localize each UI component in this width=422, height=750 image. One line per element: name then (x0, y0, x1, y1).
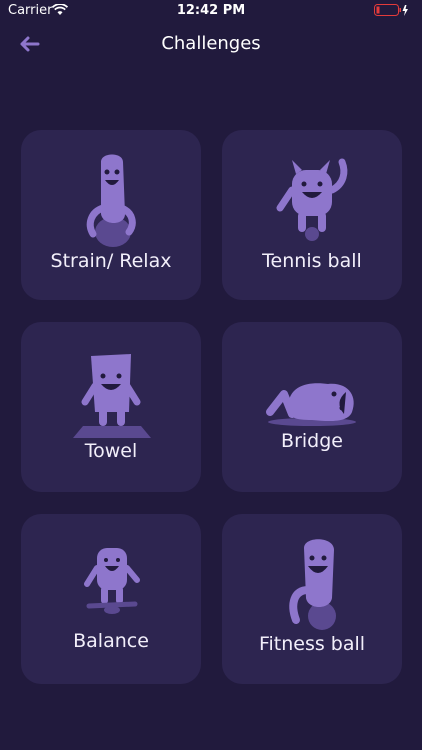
character-on-towel-icon (73, 354, 151, 438)
challenge-label: Fitness ball (258, 633, 366, 655)
challenge-card-fitness-ball[interactable]: Fitness ball (222, 514, 402, 684)
challenge-card-strain-relax[interactable]: Strain/ Relax (21, 130, 201, 300)
character-bridge-pose-icon (266, 383, 356, 426)
character-on-fitness-ball-icon (289, 539, 336, 630)
challenge-label: Towel (84, 440, 138, 462)
nav-bar: Challenges (0, 22, 422, 66)
character-balance-board-icon (84, 548, 140, 614)
status-bar: Carrier 12:42 PM (0, 0, 422, 22)
monster-with-tennis-ball-icon (276, 158, 348, 241)
challenge-card-tennis-ball[interactable]: Tennis ball (222, 130, 402, 300)
challenge-label: Tennis ball (262, 250, 362, 272)
challenge-card-balance[interactable]: Balance (21, 514, 201, 684)
challenge-label: Balance (73, 630, 149, 652)
challenge-label: Bridge (281, 430, 343, 452)
challenge-label: Strain/ Relax (50, 250, 172, 272)
challenge-card-bridge[interactable]: Bridge (222, 322, 402, 492)
page-title: Challenges (161, 33, 261, 54)
battery-icon (374, 4, 408, 16)
clock: 12:42 PM (176, 3, 246, 18)
challenge-card-towel[interactable]: Towel (21, 322, 201, 492)
character-on-ball-icon (86, 154, 136, 247)
